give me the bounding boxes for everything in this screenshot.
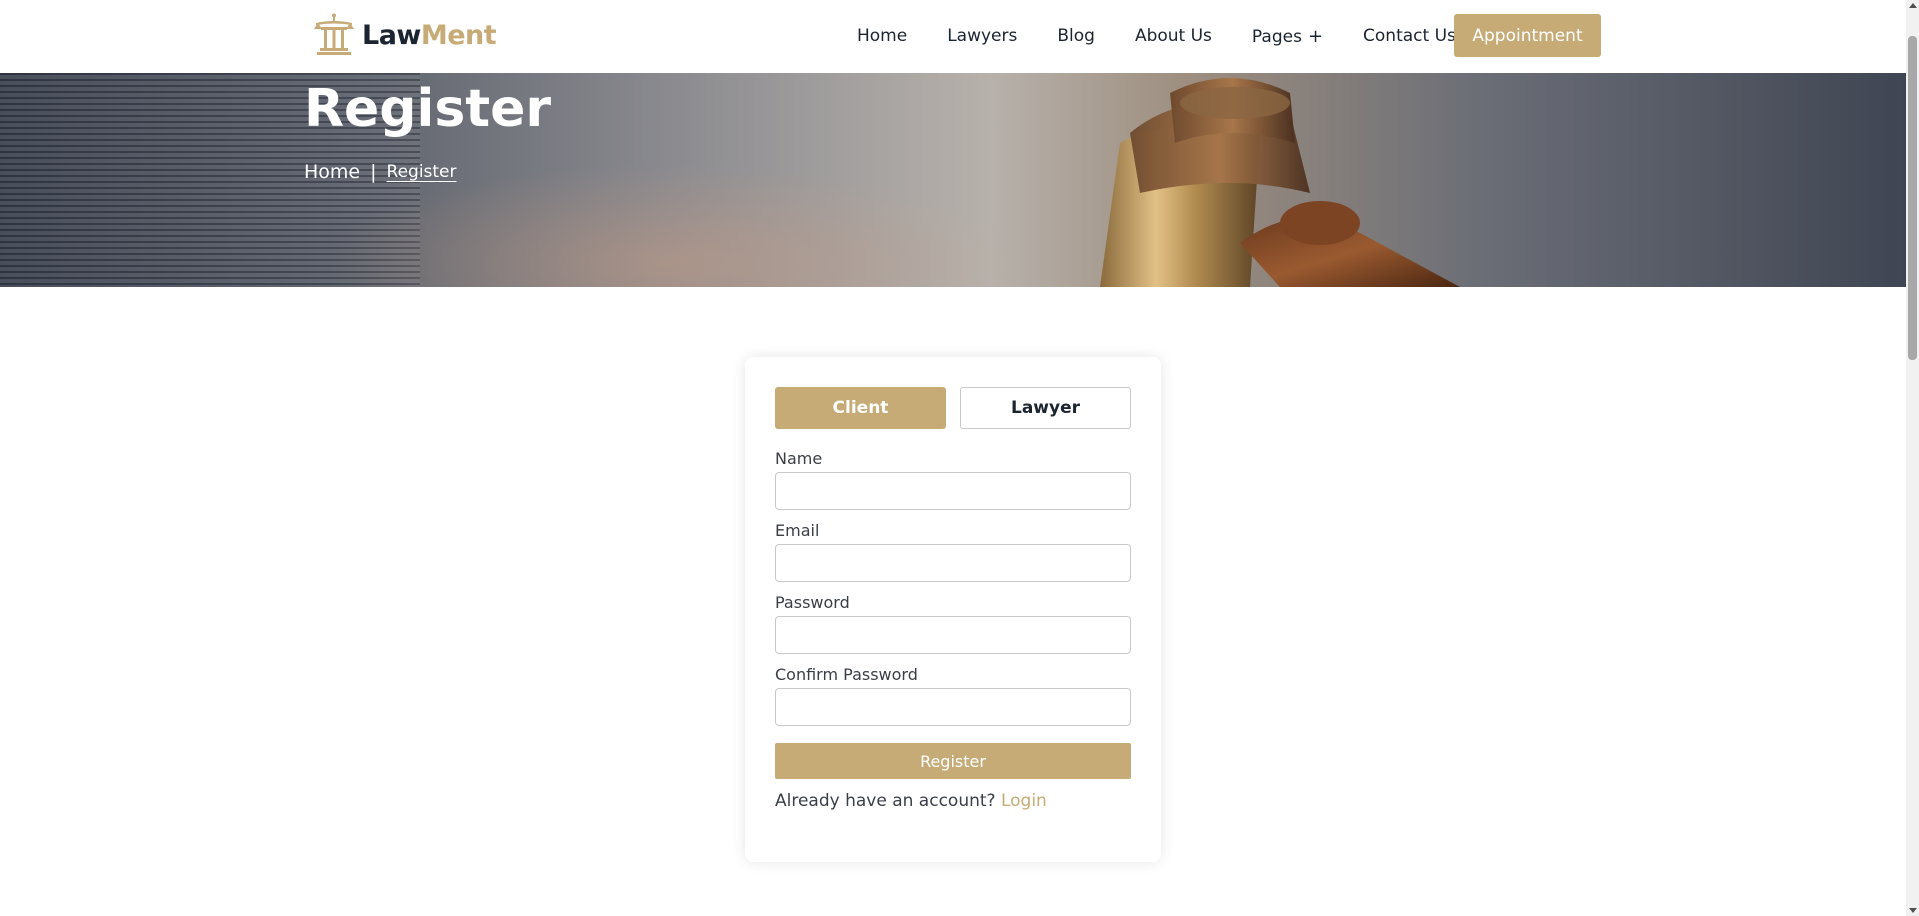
password-input[interactable] <box>775 616 1131 654</box>
tab-lawyer[interactable]: Lawyer <box>960 387 1131 429</box>
gavel-image <box>1100 78 1460 287</box>
scroll-up-arrow-icon[interactable] <box>1909 3 1917 8</box>
password-label: Password <box>775 593 850 612</box>
scales-pillar-icon <box>314 13 354 55</box>
email-label: Email <box>775 521 820 540</box>
logo-text: LawMent <box>362 19 497 51</box>
nav-pages-label: Pages <box>1251 26 1302 47</box>
confirm-password-input[interactable] <box>775 688 1131 726</box>
nav-lawyers[interactable]: Lawyers <box>947 26 1017 46</box>
nav-home[interactable]: Home <box>857 26 907 46</box>
name-input[interactable] <box>775 472 1131 510</box>
breadcrumb: Home | Register <box>304 161 457 183</box>
page-title: Register <box>304 79 552 139</box>
page-scrollbar[interactable] <box>1906 0 1919 916</box>
site-logo[interactable]: LawMent <box>312 12 497 58</box>
register-button[interactable]: Register <box>775 743 1131 779</box>
nav-about-us[interactable]: About Us <box>1135 26 1212 46</box>
appointment-button[interactable]: Appointment <box>1454 14 1601 57</box>
confirm-password-label: Confirm Password <box>775 665 918 684</box>
email-input[interactable] <box>775 544 1131 582</box>
site-header: LawMent Home Lawyers Blog About Us Pages… <box>0 0 1906 73</box>
login-link[interactable]: Login <box>1001 791 1047 811</box>
hero-banner: Register Home | Register <box>0 73 1906 287</box>
breadcrumb-separator: | <box>370 161 377 183</box>
tab-client[interactable]: Client <box>775 387 946 429</box>
logo-text-dark: Law <box>362 19 421 51</box>
scroll-thumb[interactable] <box>1908 36 1917 360</box>
nav-pages[interactable]: Pages + <box>1252 26 1323 47</box>
nav-blog[interactable]: Blog <box>1057 26 1095 46</box>
name-label: Name <box>775 449 823 468</box>
breadcrumb-home[interactable]: Home <box>304 161 360 183</box>
login-prompt-text: Already have an account? <box>775 791 996 811</box>
main-nav: Home Lawyers Blog About Us Pages + Contac… <box>857 14 1496 58</box>
plus-icon: + <box>1307 25 1324 47</box>
breadcrumb-current[interactable]: Register <box>387 162 457 182</box>
scroll-down-arrow-icon[interactable] <box>1909 908 1917 913</box>
logo-text-gold: Ment <box>420 19 497 51</box>
login-prompt: Already have an account? Login <box>775 791 1047 811</box>
register-card: Client Lawyer Name Email Password Confir… <box>745 357 1161 862</box>
nav-contact-us[interactable]: Contact Us <box>1363 26 1456 46</box>
